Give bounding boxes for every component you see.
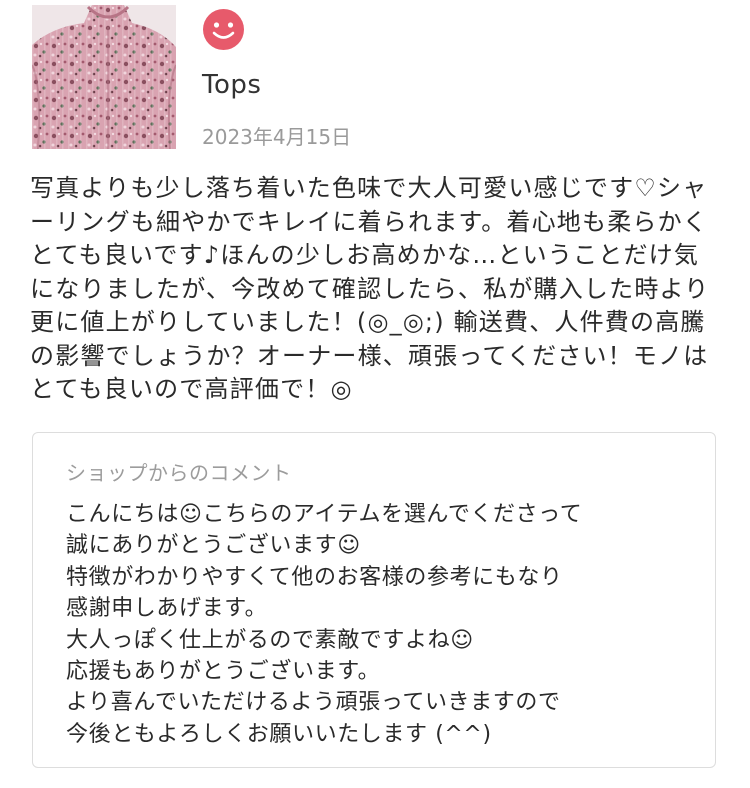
smiley-face-icon bbox=[203, 9, 244, 50]
shop-reply-line: より喜んでいただけるよう頑張っていきますので bbox=[66, 690, 561, 716]
shop-reply-line: 大人っぽく仕上がるので素敵ですよね☺ bbox=[66, 627, 474, 653]
shop-reply-line: 感謝申しあげます。 bbox=[66, 596, 268, 622]
product-thumbnail[interactable] bbox=[32, 5, 176, 149]
shop-reply-card: ショップからのコメント こんにちは☺こちらのアイテムを選んでくださって 誠にあり… bbox=[32, 432, 716, 768]
review-text: 写真よりも少し落ち着いた色味で大人可愛い感じです♡シャーリングも細やかでキレイに… bbox=[30, 174, 710, 403]
review-date: 2023年4月15日 bbox=[202, 125, 352, 149]
shop-reply-line: 誠にありがとうございます☺ bbox=[66, 533, 361, 559]
product-photo-image bbox=[32, 5, 176, 149]
product-name[interactable]: Tops bbox=[202, 70, 261, 100]
shop-reply-line: こんにちは☺こちらのアイテムを選んでくださって bbox=[66, 502, 583, 527]
shop-reply-line: 今後ともよろしくお願いいたします (^^) bbox=[66, 721, 492, 747]
shop-reply-line: 応援もありがとうございます。 bbox=[66, 659, 381, 685]
shop-reply-line: 特徴がわかりやすくて他のお客様の参考にもなり bbox=[66, 564, 563, 590]
shop-reply-text: こんにちは☺こちらのアイテムを選んでくださって 誠にありがとうございます☺ 特徴… bbox=[66, 499, 696, 750]
shop-reply-heading: ショップからのコメント bbox=[66, 461, 292, 485]
